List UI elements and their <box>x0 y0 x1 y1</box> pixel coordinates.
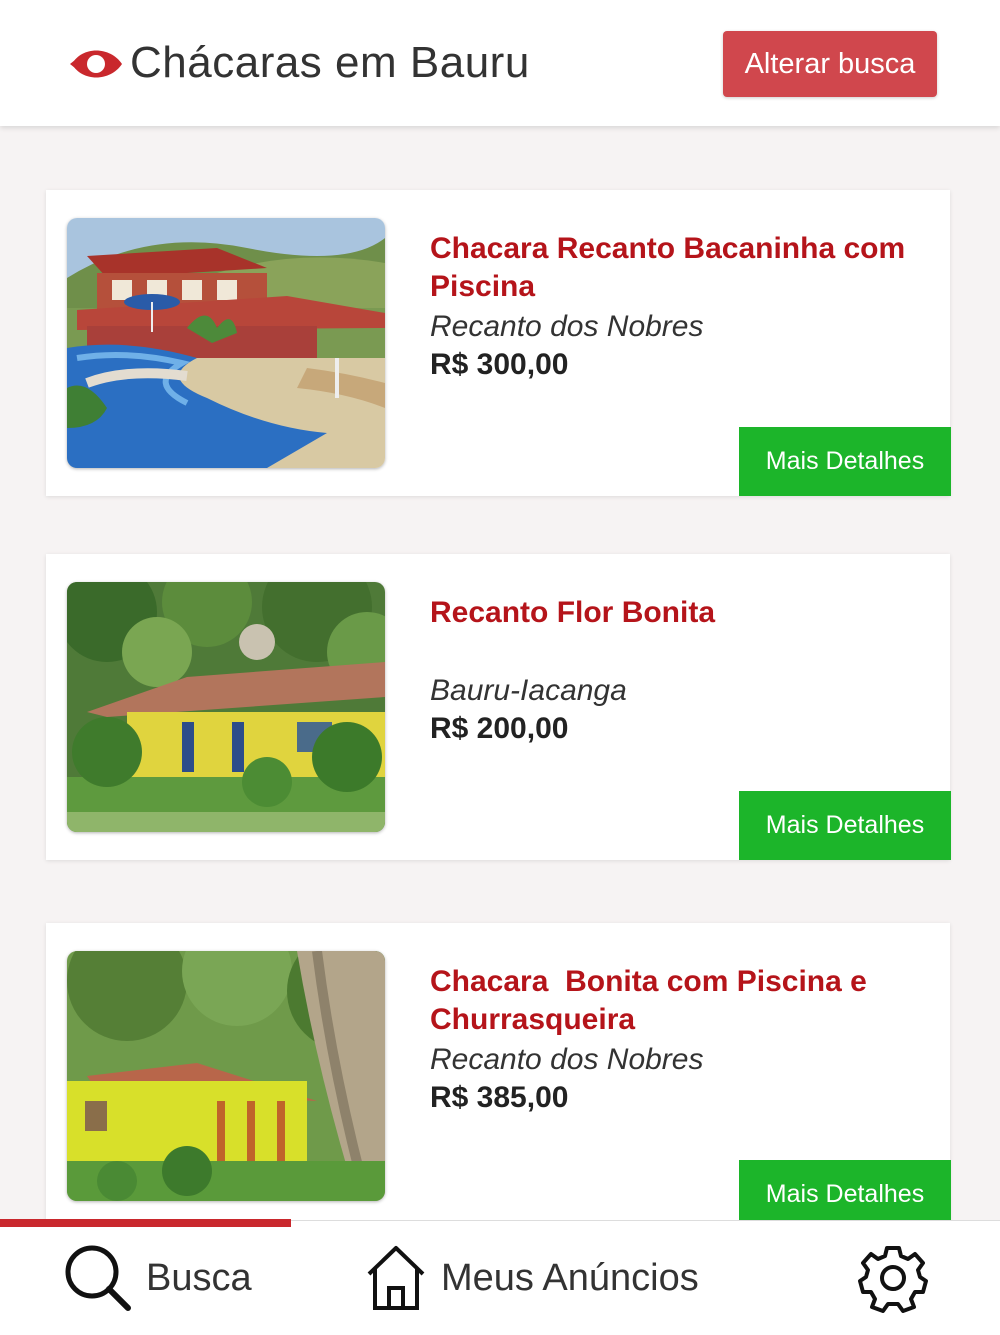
listing-photo[interactable] <box>67 582 385 832</box>
gear-icon <box>858 1246 928 1313</box>
eye-pin-logo-icon <box>70 50 122 78</box>
yellow-house-under-tree-photo <box>67 951 385 1201</box>
tab-label: Busca <box>146 1256 252 1299</box>
listing-card[interactable]: Chacara Recanto Bacaninha com Piscina Re… <box>46 190 951 496</box>
home-icon <box>367 1246 425 1310</box>
tab-label: Meus Anúncios <box>441 1256 699 1299</box>
tab-settings[interactable] <box>858 1221 928 1335</box>
listing-location: Recanto dos Nobres <box>430 1043 704 1076</box>
more-details-button[interactable]: Mais Detalhes <box>739 427 951 496</box>
listing-price: R$ 200,00 <box>430 712 569 745</box>
listing-location: Recanto dos Nobres <box>430 310 704 343</box>
alter-search-button[interactable]: Alterar busca <box>723 31 937 97</box>
search-icon <box>65 1245 131 1311</box>
listing-location: Bauru-Iacanga <box>430 674 627 707</box>
more-details-button[interactable]: Mais Detalhes <box>739 1160 951 1220</box>
listing-price: R$ 300,00 <box>430 348 569 381</box>
listing-card[interactable]: Recanto Flor Bonita Bauru-Iacanga R$ 200… <box>46 554 951 860</box>
app-header: Chácaras em Bauru Alterar busca <box>0 0 1000 126</box>
house-with-pool-photo <box>67 218 385 468</box>
listing-price: R$ 385,00 <box>430 1081 569 1114</box>
listing-title[interactable]: Recanto Flor Bonita <box>430 594 910 632</box>
listing-list[interactable]: Chacara Recanto Bacaninha com Piscina Re… <box>0 126 1000 1220</box>
listing-title[interactable]: Chacara Recanto Bacaninha com Piscina <box>430 230 910 306</box>
listing-card[interactable]: Chacara Bonita com Piscina e Churrasquei… <box>46 923 951 1220</box>
listing-photo[interactable] <box>67 951 385 1201</box>
tab-meus-anuncios[interactable]: Meus Anúncios <box>365 1221 699 1335</box>
more-details-button[interactable]: Mais Detalhes <box>739 791 951 860</box>
bottom-tab-bar: Busca Meus Anúncios <box>0 1219 1000 1335</box>
listing-title[interactable]: Chacara Bonita com Piscina e Churrasquei… <box>430 963 910 1039</box>
page-title: Chácaras em Bauru <box>130 38 530 87</box>
listing-photo[interactable] <box>67 218 385 468</box>
yellow-house-with-garden-photo <box>67 582 385 832</box>
tab-busca[interactable]: Busca <box>62 1221 252 1335</box>
